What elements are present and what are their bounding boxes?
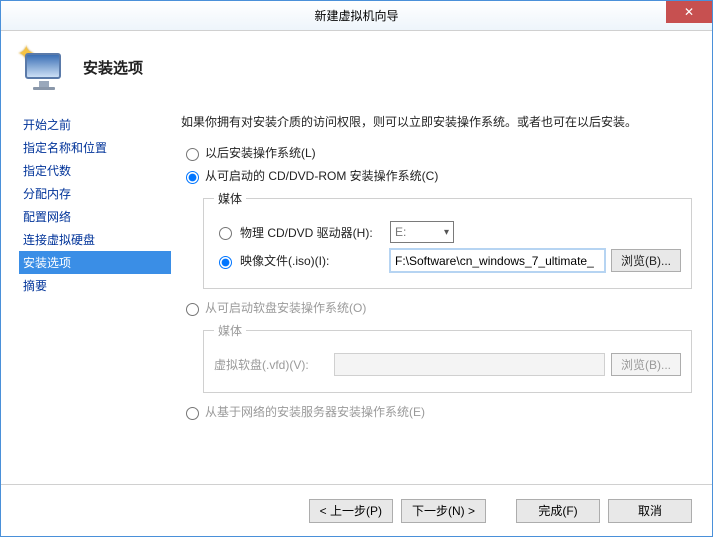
title-bar: 新建虚拟机向导 ✕ <box>1 1 712 31</box>
drive-select[interactable]: E: ▾ <box>390 221 454 243</box>
option-label: 从基于网络的安装服务器安装操作系统(E) <box>205 403 425 420</box>
group-legend: 媒体 <box>214 190 246 207</box>
radio-physical-drive[interactable] <box>219 227 232 240</box>
button-label: 下一步(N) > <box>412 502 475 519</box>
vfd-path-input <box>334 353 605 376</box>
drive-value: E: <box>395 225 406 239</box>
button-label: 浏览(B)... <box>621 356 671 373</box>
sidebar-item-generation[interactable]: 指定代数 <box>19 159 171 182</box>
iso-path-input[interactable] <box>390 249 605 272</box>
floppy-media-group: 媒体 虚拟软盘(.vfd)(V): 浏览(B)... <box>203 322 692 393</box>
physical-drive-label: 物理 CD/DVD 驱动器(H): <box>240 224 390 241</box>
sidebar-item-label: 连接虚拟硬盘 <box>23 233 95 247</box>
radio-install-floppy[interactable] <box>186 303 199 316</box>
option-label: 从可启动的 CD/DVD-ROM 安装操作系统(C) <box>205 167 438 184</box>
wizard-footer: < 上一步(P) 下一步(N) > 完成(F) 取消 <box>1 484 712 536</box>
chevron-down-icon: ▾ <box>444 227 449 238</box>
cd-media-group: 媒体 物理 CD/DVD 驱动器(H): E: ▾ 映像文件(.iso)(I):… <box>203 190 692 289</box>
wizard-icon: ✦ <box>21 45 65 89</box>
option-label: 以后安装操作系统(L) <box>205 144 316 161</box>
sidebar-item-label: 指定代数 <box>23 164 71 178</box>
sidebar-item-name-location[interactable]: 指定名称和位置 <box>19 136 171 159</box>
option-install-floppy[interactable]: 从可启动软盘安装操作系统(O) <box>181 299 692 316</box>
radio-install-cd[interactable] <box>186 171 199 184</box>
browse-vfd-button: 浏览(B)... <box>611 353 681 376</box>
group-legend: 媒体 <box>214 322 246 339</box>
button-label: 浏览(B)... <box>621 252 671 269</box>
wizard-steps-sidebar: 开始之前 指定名称和位置 指定代数 分配内存 配置网络 连接虚拟硬盘 安装选项 … <box>1 103 171 463</box>
sidebar-item-network[interactable]: 配置网络 <box>19 205 171 228</box>
finish-button[interactable]: 完成(F) <box>516 499 600 523</box>
vfd-label: 虚拟软盘(.vfd)(V): <box>214 356 334 373</box>
browse-iso-button[interactable]: 浏览(B)... <box>611 249 681 272</box>
wizard-content: 如果你拥有对安装介质的访问权限，则可以立即安装操作系统。或者也可在以后安装。 以… <box>171 103 712 463</box>
iso-file-row: 映像文件(.iso)(I): 浏览(B)... <box>214 249 681 272</box>
next-button[interactable]: 下一步(N) > <box>401 499 486 523</box>
close-button[interactable]: ✕ <box>666 1 712 23</box>
vfd-row: 虚拟软盘(.vfd)(V): 浏览(B)... <box>214 353 681 376</box>
radio-install-later[interactable] <box>186 148 199 161</box>
sidebar-item-label: 摘要 <box>23 279 47 293</box>
option-install-cd[interactable]: 从可启动的 CD/DVD-ROM 安装操作系统(C) <box>181 167 692 184</box>
wizard-header: ✦ 安装选项 <box>1 31 712 103</box>
cancel-button[interactable]: 取消 <box>608 499 692 523</box>
sidebar-item-label: 开始之前 <box>23 118 71 132</box>
button-label: < 上一步(P) <box>320 502 382 519</box>
intro-text: 如果你拥有对安装介质的访问权限，则可以立即安装操作系统。或者也可在以后安装。 <box>181 113 692 130</box>
sidebar-item-label: 配置网络 <box>23 210 71 224</box>
radio-install-network[interactable] <box>186 407 199 420</box>
window-title: 新建虚拟机向导 <box>314 7 398 24</box>
close-icon: ✕ <box>684 5 694 19</box>
sidebar-item-label: 指定名称和位置 <box>23 141 107 155</box>
option-install-later[interactable]: 以后安装操作系统(L) <box>181 144 692 161</box>
sidebar-item-label: 分配内存 <box>23 187 71 201</box>
button-label: 完成(F) <box>538 502 577 519</box>
iso-file-label: 映像文件(.iso)(I): <box>240 252 390 269</box>
option-label: 从可启动软盘安装操作系统(O) <box>205 299 366 316</box>
radio-iso-file[interactable] <box>219 256 232 269</box>
sidebar-item-memory[interactable]: 分配内存 <box>19 182 171 205</box>
option-install-network[interactable]: 从基于网络的安装服务器安装操作系统(E) <box>181 403 692 420</box>
physical-drive-row: 物理 CD/DVD 驱动器(H): E: ▾ <box>214 221 681 243</box>
sidebar-item-label: 安装选项 <box>23 256 71 270</box>
sidebar-item-before-begin[interactable]: 开始之前 <box>19 113 171 136</box>
sidebar-item-summary[interactable]: 摘要 <box>19 274 171 297</box>
sidebar-item-install-options[interactable]: 安装选项 <box>19 251 171 274</box>
previous-button[interactable]: < 上一步(P) <box>309 499 393 523</box>
button-label: 取消 <box>638 502 662 519</box>
wizard-window: 新建虚拟机向导 ✕ ✦ 安装选项 开始之前 指定名称和位置 指定代数 分配内存 … <box>0 0 713 537</box>
page-title: 安装选项 <box>83 57 143 78</box>
sidebar-item-vhd[interactable]: 连接虚拟硬盘 <box>19 228 171 251</box>
